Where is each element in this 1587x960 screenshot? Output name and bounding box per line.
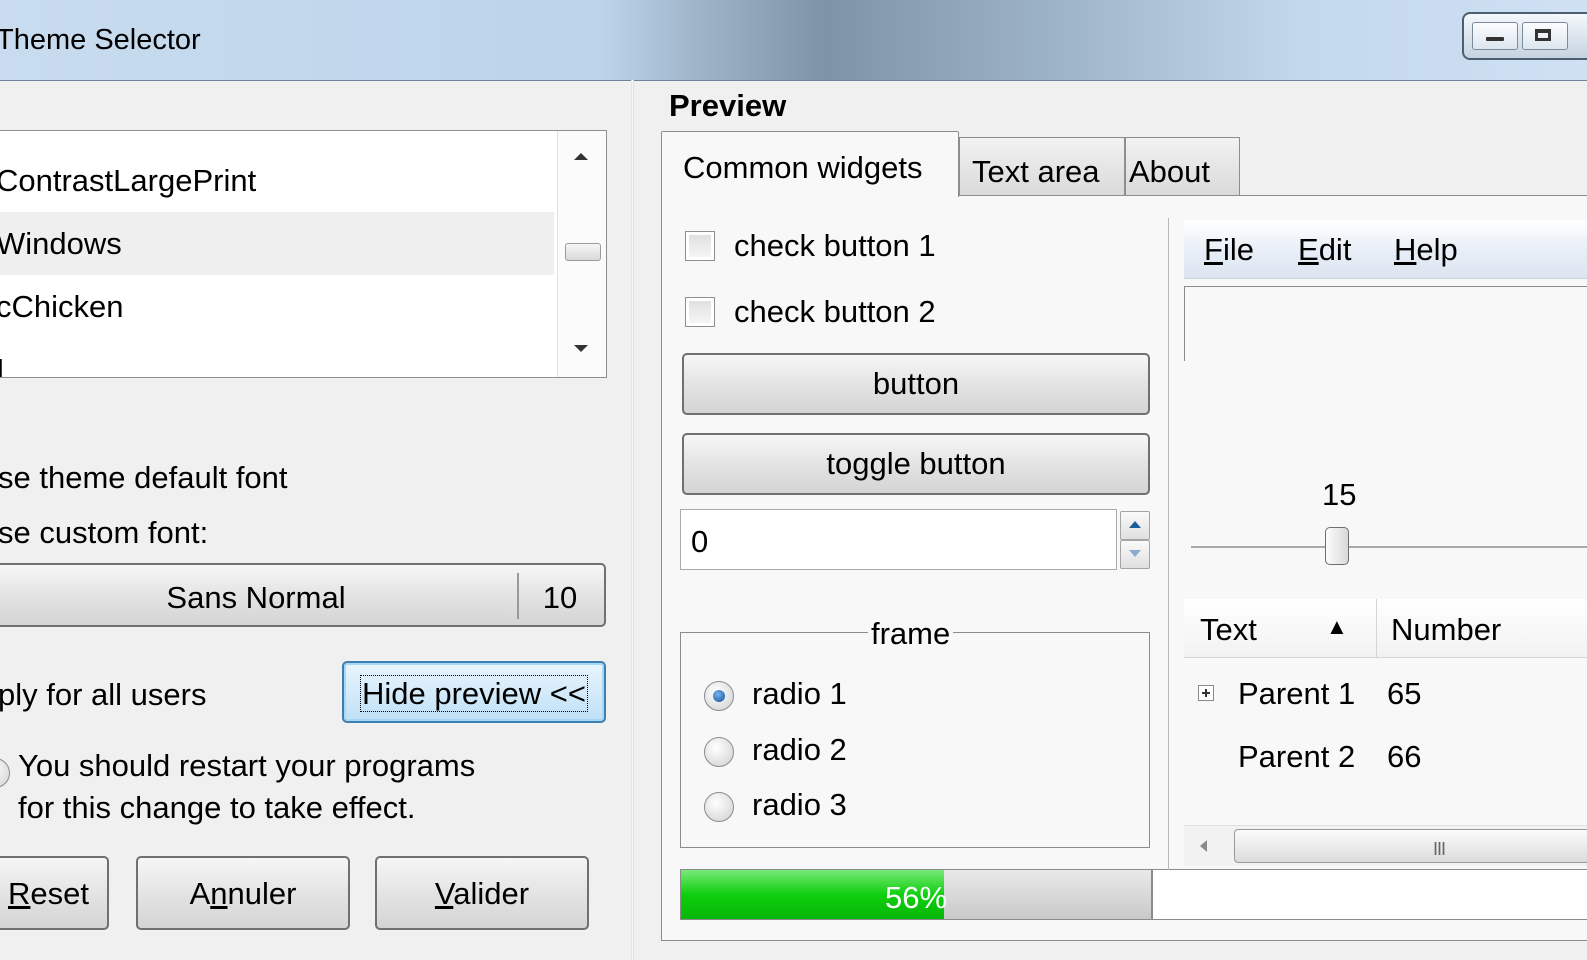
restart-notice-line2: for this change to take effect. — [18, 790, 416, 825]
tab-label: About — [1129, 154, 1211, 189]
annuler-label-start: A — [189, 876, 211, 911]
tree-row-text[interactable]: Parent 1 — [1238, 676, 1355, 712]
font-button-separator — [517, 573, 519, 619]
scrollbar-thumb[interactable]: III — [1234, 829, 1587, 863]
tree-row-number[interactable]: 65 — [1387, 676, 1421, 712]
theme-list-item[interactable]: ContrastLargePrint — [0, 149, 554, 212]
hide-preview-label: Hide preview << — [359, 675, 588, 712]
spin-button-arrows — [1120, 511, 1150, 569]
font-name: Sans Normal — [166, 580, 346, 615]
column-header-number[interactable]: Number — [1391, 612, 1501, 648]
default-font-option[interactable]: se theme default font — [0, 460, 288, 496]
reset-label: eset — [30, 876, 89, 911]
tab-label: Common widgets — [683, 150, 923, 185]
tree-header: Text ▲ Number — [1184, 599, 1587, 658]
valider-button[interactable]: Valider — [375, 856, 589, 930]
menu-file[interactable]: File — [1204, 232, 1254, 268]
reset-button[interactable]: Reset — [0, 856, 109, 930]
custom-font-option[interactable]: se custom font: — [0, 515, 208, 551]
progress-bar: 56% — [680, 869, 1152, 920]
menu-label: ile — [1222, 232, 1254, 267]
tab-about[interactable]: About — [1125, 137, 1240, 195]
font-picker-button[interactable]: Sans Normal 10 — [0, 563, 606, 627]
menu-help[interactable]: Help — [1394, 232, 1458, 268]
minimize-icon[interactable] — [1472, 22, 1518, 50]
annuler-mnemonic: n — [210, 876, 228, 911]
pane-divider[interactable] — [631, 80, 634, 960]
font-size: 10 — [542, 580, 578, 615]
theme-list-item-selected[interactable]: Windows — [0, 212, 554, 275]
frame-box — [680, 632, 1150, 848]
spin-value: 0 — [691, 524, 709, 559]
expand-icon[interactable] — [1198, 685, 1214, 701]
scrollbar-grip: III — [1433, 839, 1446, 859]
preview-heading: Preview — [669, 88, 787, 123]
text-view[interactable] — [1184, 286, 1587, 361]
tab-text-area[interactable]: Text area — [959, 137, 1125, 195]
apply-all-users-checkbox-label[interactable]: ply for all users — [0, 677, 206, 713]
column-separator[interactable] — [1376, 599, 1377, 657]
menu-label: dit — [1318, 232, 1352, 267]
maximize-icon[interactable] — [1522, 22, 1568, 50]
check-button-2-label[interactable]: check button 2 — [734, 294, 936, 330]
bottom-entry[interactable] — [1152, 869, 1587, 920]
tab-common-widgets[interactable]: Common widgets — [661, 131, 959, 197]
radio-2-label[interactable]: radio 2 — [752, 732, 847, 768]
hide-preview-button[interactable]: Hide preview << — [342, 661, 606, 723]
preview-button[interactable]: button — [682, 353, 1150, 415]
theme-list-scrollbar[interactable] — [557, 131, 606, 377]
scale-slider-thumb[interactable] — [1325, 527, 1349, 565]
frame-label: frame — [868, 616, 954, 652]
radio-1-button[interactable] — [704, 681, 734, 711]
menu-edit[interactable]: Edit — [1298, 232, 1351, 268]
tab-label: Text area — [972, 154, 1100, 189]
menu-mnemonic: E — [1298, 232, 1319, 267]
menu-bar: File Edit Help — [1184, 220, 1587, 279]
sort-ascending-icon[interactable]: ▲ — [1326, 614, 1348, 640]
spin-up-arrow-icon[interactable] — [1120, 511, 1150, 540]
scroll-up-arrow-icon[interactable] — [574, 153, 588, 160]
scroll-down-arrow-icon[interactable] — [574, 345, 588, 352]
spin-down-arrow-icon[interactable] — [1120, 540, 1150, 569]
theme-list-item[interactable]: cChicken — [0, 275, 554, 338]
info-icon — [0, 758, 10, 788]
reset-mnemonic: R — [8, 876, 31, 911]
check-button-2-box[interactable] — [685, 297, 715, 327]
annuler-button[interactable]: Annuler — [136, 856, 350, 930]
tree-row-text[interactable]: Parent 2 — [1238, 739, 1355, 775]
menu-mnemonic: F — [1204, 232, 1223, 267]
window-controls — [1462, 12, 1587, 60]
radio-3-button[interactable] — [704, 792, 734, 822]
column-header-text[interactable]: Text — [1200, 612, 1257, 648]
check-button-1-label[interactable]: check button 1 — [734, 228, 936, 264]
scroll-left-arrow-icon[interactable] — [1200, 840, 1207, 852]
valider-mnemonic: V — [434, 876, 454, 911]
scale-value: 15 — [1322, 477, 1357, 512]
menu-mnemonic: H — [1394, 232, 1417, 267]
progress-text: 56% — [884, 880, 948, 915]
check-button-1-box[interactable] — [685, 231, 715, 261]
restart-notice-line1: You should restart your programs — [18, 748, 476, 783]
theme-list[interactable]: ContrastLargePrint Windows cChicken I — [0, 130, 607, 378]
tree-horizontal-scrollbar[interactable]: III — [1184, 825, 1587, 866]
toggle-button[interactable]: toggle button — [682, 433, 1150, 495]
theme-list-item[interactable]: I — [0, 338, 554, 377]
tree-row-number[interactable]: 66 — [1387, 739, 1421, 775]
title-bar[interactable]: Theme Selector — [0, 0, 1587, 81]
menu-label: elp — [1416, 232, 1458, 267]
window-title: Theme Selector — [0, 24, 201, 56]
scrollbar-thumb[interactable] — [565, 243, 601, 261]
spin-button-input[interactable]: 0 — [680, 509, 1117, 570]
radio-1-label[interactable]: radio 1 — [752, 676, 847, 712]
scale-track[interactable] — [1191, 546, 1587, 548]
annuler-label-end: nuler — [227, 876, 297, 911]
preview-separator — [1168, 218, 1169, 870]
radio-2-button[interactable] — [704, 737, 734, 767]
radio-3-label[interactable]: radio 3 — [752, 787, 847, 823]
valider-label: alider — [453, 876, 530, 911]
